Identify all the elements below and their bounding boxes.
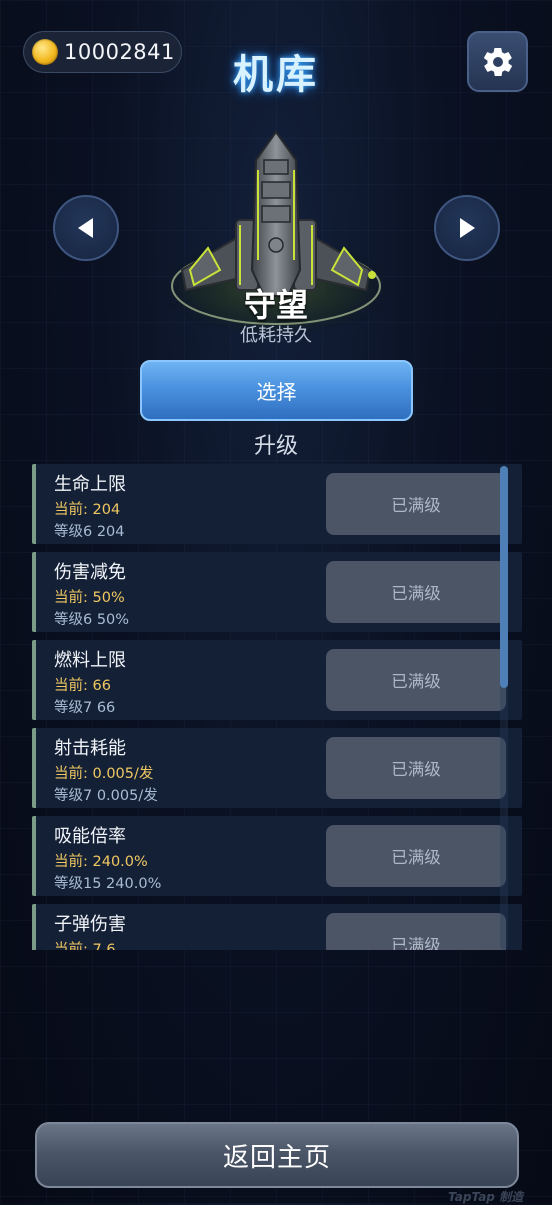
upgrade-name: 射击耗能 bbox=[54, 738, 126, 759]
upgrade-name: 伤害减免 bbox=[54, 562, 126, 583]
previous-ship-button[interactable] bbox=[53, 195, 119, 261]
maxed-button[interactable]: 已满级 bbox=[326, 649, 506, 711]
upgrade-current: 当前: 204 bbox=[54, 502, 121, 518]
upgrade-name: 生命上限 bbox=[54, 474, 126, 495]
upgrade-row-fuel-cap: 燃料上限 当前: 66 等级7 66 已满级 bbox=[32, 640, 522, 720]
upgrade-level: 等级7 66 bbox=[54, 700, 116, 716]
upgrade-row-bullet-damage: 子弹伤害 当前: 7.6 已满级 bbox=[32, 904, 522, 950]
ship-name: 守望 bbox=[243, 286, 308, 324]
upgrade-name: 燃料上限 bbox=[54, 650, 126, 671]
upgrade-name: 吸能倍率 bbox=[54, 826, 126, 847]
maxed-button[interactable]: 已满级 bbox=[326, 737, 506, 799]
maxed-button[interactable]: 已满级 bbox=[326, 561, 506, 623]
maxed-button[interactable]: 已满级 bbox=[326, 825, 506, 887]
watermark: TapTap 制造 bbox=[448, 1190, 524, 1204]
upgrade-current: 当前: 66 bbox=[54, 678, 111, 694]
next-ship-button[interactable] bbox=[434, 195, 500, 261]
scrollbar-thumb[interactable] bbox=[500, 466, 508, 688]
upgrade-list[interactable]: 生命上限 当前: 204 等级6 204 已满级 伤害减免 当前: 50% 等级… bbox=[32, 464, 522, 950]
gear-icon bbox=[483, 47, 512, 76]
upgrade-row-absorb-rate: 吸能倍率 当前: 240.0% 等级15 240.0% 已满级 bbox=[32, 816, 522, 896]
upgrade-row-max-hp: 生命上限 当前: 204 等级6 204 已满级 bbox=[32, 464, 522, 544]
upgrade-row-damage-reduction: 伤害减免 当前: 50% 等级6 50% 已满级 bbox=[32, 552, 522, 632]
arrow-right-icon bbox=[460, 218, 475, 238]
upgrade-heading: 升级 bbox=[253, 434, 298, 459]
upgrade-current: 当前: 0.005/发 bbox=[54, 766, 154, 782]
return-home-button[interactable]: 返回主页 bbox=[35, 1122, 519, 1188]
settings-button[interactable] bbox=[467, 31, 528, 92]
maxed-button[interactable]: 已满级 bbox=[326, 913, 506, 950]
scrollbar[interactable] bbox=[500, 466, 508, 950]
upgrade-row-shot-cost: 射击耗能 当前: 0.005/发 等级7 0.005/发 已满级 bbox=[32, 728, 522, 808]
upgrade-current: 当前: 240.0% bbox=[54, 854, 148, 870]
upgrade-current: 当前: 7.6 bbox=[54, 942, 116, 950]
upgrade-name: 子弹伤害 bbox=[54, 914, 126, 935]
arrow-left-icon bbox=[78, 218, 93, 238]
upgrade-level: 等级6 50% bbox=[54, 612, 130, 628]
ship-description: 低耗持久 bbox=[240, 325, 312, 346]
maxed-button[interactable]: 已满级 bbox=[326, 473, 506, 535]
select-ship-button[interactable]: 选择 bbox=[140, 360, 413, 421]
upgrade-current: 当前: 50% bbox=[54, 590, 125, 606]
upgrade-level: 等级6 204 bbox=[54, 524, 125, 540]
upgrade-level: 等级15 240.0% bbox=[54, 876, 162, 892]
upgrade-level: 等级7 0.005/发 bbox=[54, 788, 158, 804]
